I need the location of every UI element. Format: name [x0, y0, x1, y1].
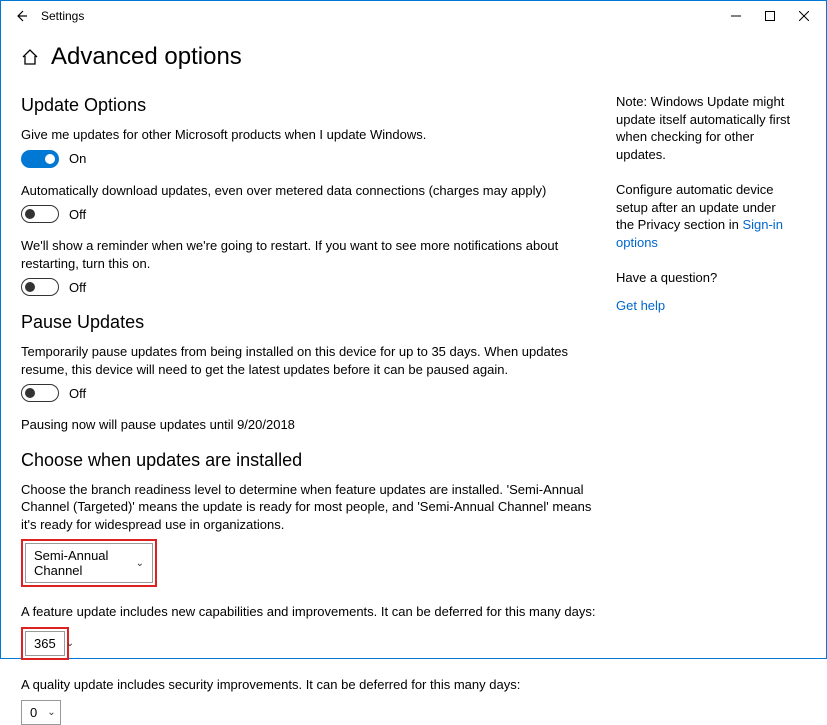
chevron-down-icon: ⌄: [47, 707, 55, 718]
side-note-2: Configure automatic device setup after a…: [616, 181, 796, 251]
opt2-desc: Automatically download updates, even ove…: [21, 182, 596, 200]
pause-note: Pausing now will pause updates until 9/2…: [21, 416, 596, 434]
arrow-left-icon: [14, 9, 28, 23]
window-controls: [728, 8, 812, 24]
opt1-state: On: [69, 151, 86, 166]
content: Update Options Give me updates for other…: [1, 79, 826, 725]
pause-desc: Temporarily pause updates from being ins…: [21, 343, 596, 378]
choose-desc: Choose the branch readiness level to det…: [21, 481, 596, 534]
opt3-state: Off: [69, 280, 86, 295]
side-column: Note: Windows Update might update itself…: [616, 79, 796, 725]
feature-highlight: 365 ⌄: [21, 627, 69, 660]
home-icon[interactable]: [21, 48, 39, 66]
maximize-icon: [765, 11, 775, 21]
side-note-1: Note: Windows Update might update itself…: [616, 93, 796, 163]
opt2-toggle-row: Off: [21, 205, 596, 223]
opt3-toggle-row: Off: [21, 278, 596, 296]
side-question: Have a question?: [616, 269, 796, 287]
branch-highlight: Semi-Annual Channel ⌄: [21, 539, 157, 587]
heading-pause-updates: Pause Updates: [21, 312, 596, 333]
chevron-down-icon: ⌄: [136, 558, 144, 569]
side-question-block: Have a question? Get help: [616, 269, 796, 314]
combo-branch-value: Semi-Annual Channel: [34, 548, 126, 578]
feature-desc: A feature update includes new capabiliti…: [21, 603, 596, 621]
close-button[interactable]: [796, 8, 812, 24]
heading-choose-when: Choose when updates are installed: [21, 450, 596, 471]
window-title: Settings: [41, 9, 728, 23]
toggle-other-microsoft-products[interactable]: [21, 150, 59, 168]
titlebar: Settings: [1, 1, 826, 31]
minimize-icon: [731, 11, 741, 21]
combo-feature-defer-days[interactable]: 365 ⌄: [25, 631, 65, 656]
opt2-state: Off: [69, 207, 86, 222]
combo-quality-value: 0: [30, 705, 37, 720]
opt1-toggle-row: On: [21, 150, 596, 168]
toggle-metered-download[interactable]: [21, 205, 59, 223]
combo-quality-defer-days[interactable]: 0 ⌄: [21, 700, 61, 725]
toggle-pause-updates[interactable]: [21, 384, 59, 402]
combo-feature-value: 365: [34, 636, 56, 651]
opt3-desc: We'll show a reminder when we're going t…: [21, 237, 596, 272]
get-help-link[interactable]: Get help: [616, 298, 665, 313]
page-header: Advanced options: [1, 31, 826, 79]
combo-branch-readiness[interactable]: Semi-Annual Channel ⌄: [25, 543, 153, 583]
minimize-button[interactable]: [728, 8, 744, 24]
maximize-button[interactable]: [762, 8, 778, 24]
close-icon: [799, 11, 809, 21]
main-column: Update Options Give me updates for other…: [21, 79, 616, 725]
heading-update-options: Update Options: [21, 95, 596, 116]
quality-desc: A quality update includes security impro…: [21, 676, 596, 694]
page-title: Advanced options: [51, 43, 242, 71]
pause-state: Off: [69, 386, 86, 401]
pause-toggle-row: Off: [21, 384, 596, 402]
chevron-down-icon: ⌄: [66, 638, 74, 649]
back-button[interactable]: [9, 9, 33, 23]
toggle-restart-reminder[interactable]: [21, 278, 59, 296]
opt1-desc: Give me updates for other Microsoft prod…: [21, 126, 596, 144]
